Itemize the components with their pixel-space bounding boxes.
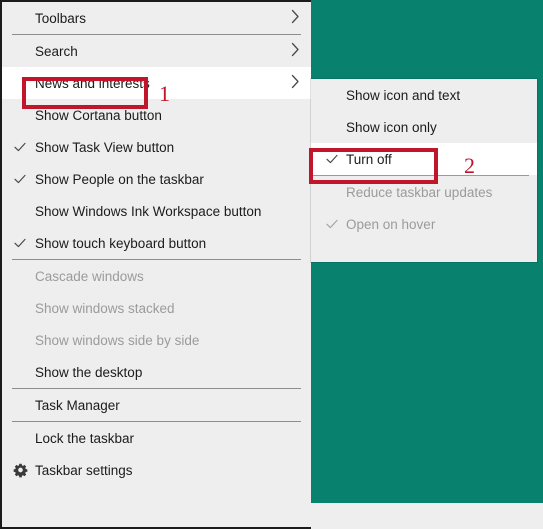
menu-item-label: Show touch keyboard button <box>35 235 207 251</box>
menu-item-label: Show Task View button <box>35 139 175 155</box>
check-icon <box>13 140 27 154</box>
menu-item-label: Show Windows Ink Workspace button <box>35 203 262 219</box>
chevron-right-icon <box>291 42 300 60</box>
menu-item-label: Lock the taskbar <box>35 430 135 446</box>
menu-item-toolbars[interactable]: Toolbars <box>2 2 311 34</box>
check-icon <box>13 236 27 250</box>
submenu-item-label: Show icon and text <box>346 87 461 103</box>
menu-item-label: Search <box>35 43 78 59</box>
submenu-item-show-icon-and-text[interactable]: Show icon and text <box>311 79 537 111</box>
submenu-item-reduce-taskbar-updates: Reduce taskbar updates <box>311 176 537 208</box>
submenu-item-label: Reduce taskbar updates <box>346 184 493 200</box>
submenu-item-open-on-hover: Open on hover <box>311 208 537 240</box>
menu-item-show-windows-side-by-side: Show windows side by side <box>2 324 311 356</box>
menu-item-label: Cascade windows <box>35 268 144 284</box>
menu-item-label: Toolbars <box>35 10 87 26</box>
menu-item-label: News and interests <box>35 75 150 91</box>
submenu-item-turn-off[interactable]: Turn off <box>311 143 537 175</box>
menu-item-show-people-on-the-taskbar[interactable]: Show People on the taskbar <box>2 163 311 195</box>
menu-item-show-the-desktop[interactable]: Show the desktop <box>2 356 311 388</box>
chevron-right-icon <box>291 74 300 92</box>
check-icon <box>325 152 339 166</box>
menu-item-show-windows-stacked: Show windows stacked <box>2 292 311 324</box>
screenshot-root: Toolbars Search News and interests Show Cor… <box>0 0 543 529</box>
taskbar-context-menu[interactable]: Toolbars Search News and interests Show Cor… <box>0 0 311 529</box>
annotation-number-2: 2 <box>464 153 475 178</box>
news-and-interests-submenu[interactable]: Show icon and text Show icon only Turn off… <box>311 79 537 262</box>
menu-item-label: Show windows side by side <box>35 332 200 348</box>
gear-icon <box>13 463 28 478</box>
submenu-item-label: Show icon only <box>346 119 437 135</box>
chevron-right-icon <box>291 9 300 27</box>
submenu-item-label: Turn off <box>346 151 392 167</box>
menu-item-label: Show People on the taskbar <box>35 171 204 187</box>
menu-item-label: Task Manager <box>35 397 120 413</box>
menu-item-task-manager[interactable]: Task Manager <box>2 389 311 421</box>
submenu-item-show-icon-only[interactable]: Show icon only <box>311 111 537 143</box>
menu-item-label: Show Cortana button <box>35 107 162 123</box>
menu-item-lock-the-taskbar[interactable]: Lock the taskbar <box>2 422 311 454</box>
menu-item-show-task-view-button[interactable]: Show Task View button <box>2 131 311 163</box>
check-icon <box>325 217 339 231</box>
menu-item-show-cortana-button[interactable]: Show Cortana button <box>2 99 311 131</box>
menu-item-cascade-windows: Cascade windows <box>2 260 311 292</box>
submenu-item-label: Open on hover <box>346 216 436 232</box>
annotation-number-1: 1 <box>159 81 170 106</box>
menu-item-show-windows-ink-workspace-button[interactable]: Show Windows Ink Workspace button <box>2 195 311 227</box>
desktop-bottom-strip <box>311 503 543 529</box>
menu-item-show-touch-keyboard-button[interactable]: Show touch keyboard button <box>2 227 311 259</box>
menu-item-label: Taskbar settings <box>35 462 133 478</box>
menu-item-label: Show windows stacked <box>35 300 175 316</box>
menu-item-search[interactable]: Search <box>2 35 311 67</box>
menu-item-news-and-interests[interactable]: News and interests <box>2 67 311 99</box>
menu-item-label: Show the desktop <box>35 364 143 380</box>
menu-item-taskbar-settings[interactable]: Taskbar settings <box>2 454 311 486</box>
check-icon <box>13 172 27 186</box>
